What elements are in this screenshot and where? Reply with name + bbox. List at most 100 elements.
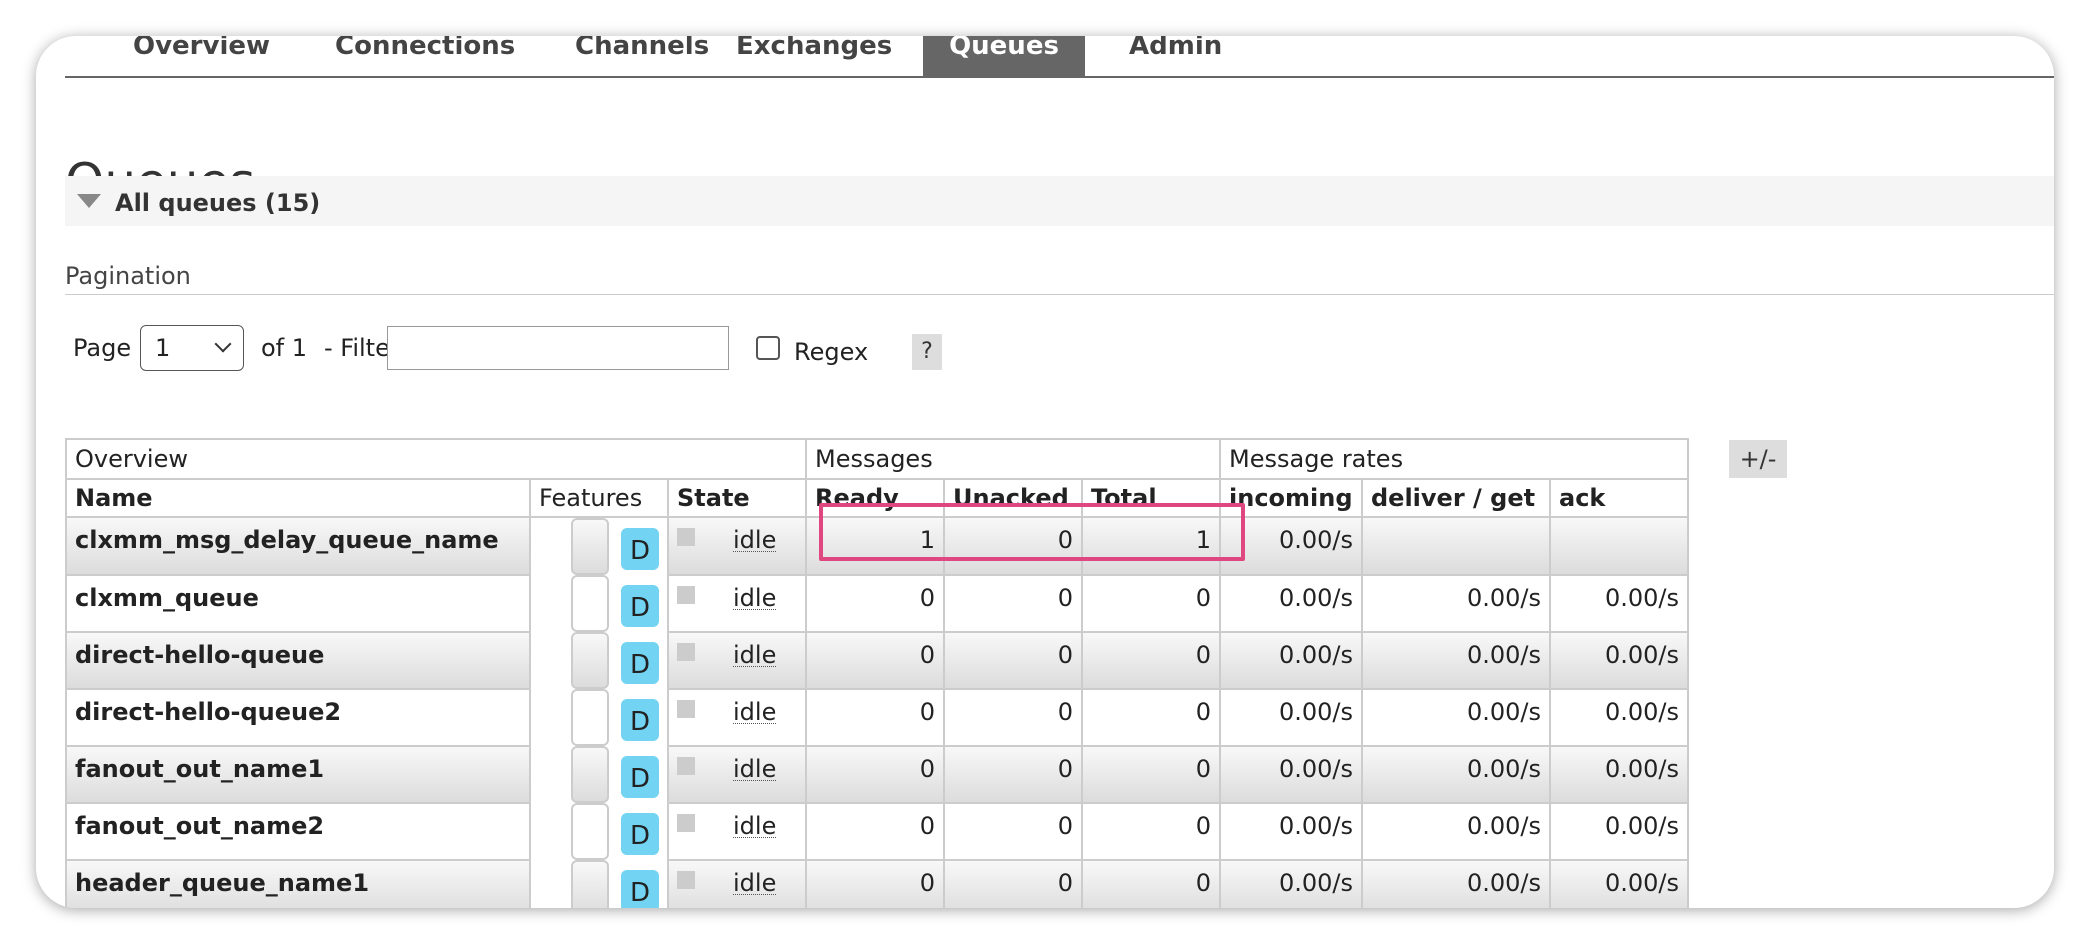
incoming-rate: 0.00/s <box>1219 745 1363 804</box>
tab-overview[interactable]: Overview <box>133 36 270 76</box>
state-square-icon <box>677 586 695 604</box>
tab-queues[interactable]: Queues <box>923 36 1085 78</box>
deliver-get-rate: 0.00/s <box>1361 574 1551 633</box>
incoming-rate: 0.00/s <box>1219 802 1363 861</box>
queue-name[interactable]: direct-hello-queue <box>65 631 531 690</box>
unacked-value: 0 <box>943 631 1083 690</box>
pagination-heading: Pagination <box>65 262 191 290</box>
ack-rate: 0.00/s <box>1549 631 1689 690</box>
unacked-value: 0 <box>943 574 1083 633</box>
state-cell: idle <box>667 688 807 747</box>
group-overview: Overview <box>65 438 807 480</box>
state-text: idle <box>733 526 777 554</box>
durable-badge: D <box>621 642 659 684</box>
unacked-value: 0 <box>943 516 1083 576</box>
table-row: fanout_out_name2 Didle 0 0 0 0.00/s 0.00/s 0.00… <box>65 802 1689 861</box>
ready-value: 0 <box>805 688 945 747</box>
incoming-rate: 0.00/s <box>1219 574 1363 633</box>
ready-value: 0 <box>805 574 945 633</box>
state-text: idle <box>733 755 777 783</box>
features-cell: D <box>571 746 659 803</box>
tab-admin[interactable]: Admin <box>1129 36 1229 76</box>
incoming-rate: 0.00/s <box>1219 516 1363 576</box>
regex-checkbox[interactable] <box>756 336 780 360</box>
table-row: clxmm_msg_delay_queue_name Didle 1 0 1 0.00/s <box>65 516 1689 576</box>
deliver-get-rate <box>1361 516 1551 576</box>
deliver-get-rate: 0.00/s <box>1361 688 1551 747</box>
group-message-rates: Message rates <box>1219 438 1689 480</box>
queue-name[interactable]: direct-hello-queue2 <box>65 688 531 747</box>
queues-table: Overview Messages Message rates Name Fea… <box>65 438 1689 908</box>
col-ack[interactable]: ack <box>1549 478 1689 518</box>
queue-name[interactable]: clxmm_queue <box>65 574 531 633</box>
queue-name[interactable]: header_queue_name1 <box>65 859 531 908</box>
total-value: 0 <box>1081 859 1221 908</box>
browser-window: Overview Connections Channels Exchanges … <box>36 36 2054 908</box>
state-cell: idle <box>667 859 807 908</box>
ack-rate: 0.00/s <box>1549 859 1689 908</box>
col-total[interactable]: Total <box>1081 478 1221 518</box>
deliver-get-rate: 0.00/s <box>1361 859 1551 908</box>
col-state[interactable]: State <box>667 478 807 518</box>
top-nav: Overview Connections Channels Exchanges … <box>65 36 2054 78</box>
state-square-icon <box>677 643 695 661</box>
deliver-get-rate: 0.00/s <box>1361 802 1551 861</box>
all-queues-label[interactable]: All queues (15) <box>115 189 320 217</box>
columns-toggle-button[interactable]: +/- <box>1729 440 1787 478</box>
durable-badge: D <box>621 699 659 741</box>
features-cell: D <box>571 518 659 575</box>
ready-value: 1 <box>805 516 945 576</box>
queue-name[interactable]: fanout_out_name2 <box>65 802 531 861</box>
tab-connections[interactable]: Connections <box>335 36 545 76</box>
tab-channels[interactable]: Channels <box>575 36 709 76</box>
features-cell: D <box>571 632 659 689</box>
total-value: 1 <box>1081 516 1221 576</box>
page-select[interactable]: 1 <box>140 325 244 371</box>
state-text: idle <box>733 812 777 840</box>
state-square-icon <box>677 528 695 546</box>
ack-rate: 0.00/s <box>1549 802 1689 861</box>
col-features[interactable]: Features <box>529 478 669 518</box>
col-incoming[interactable]: incoming <box>1219 478 1363 518</box>
table-row: clxmm_queue Didle 0 0 0 0.00/s 0.00/s 0.00/s <box>65 574 1689 633</box>
deliver-get-rate: 0.00/s <box>1361 745 1551 804</box>
state-cell: idle <box>667 802 807 861</box>
ready-value: 0 <box>805 802 945 861</box>
collapse-triangle-icon[interactable] <box>77 194 101 208</box>
features-cell: D <box>571 860 659 908</box>
queue-name[interactable]: fanout_out_name1 <box>65 745 531 804</box>
table-row: header_queue_name1 Didle 0 0 0 0.00/s 0.00/s 0.… <box>65 859 1689 908</box>
regex-help-button[interactable]: ? <box>912 334 942 370</box>
state-cell: idle <box>667 574 807 633</box>
all-queues-header[interactable] <box>65 176 2054 226</box>
col-ready[interactable]: Ready <box>805 478 945 518</box>
queue-name[interactable]: clxmm_msg_delay_queue_name <box>65 516 531 576</box>
col-name[interactable]: Name <box>65 478 531 518</box>
chevron-down-icon <box>214 335 232 353</box>
unacked-value: 0 <box>943 745 1083 804</box>
durable-badge: D <box>621 585 659 627</box>
state-square-icon <box>677 757 695 775</box>
total-value: 0 <box>1081 688 1221 747</box>
ready-value: 0 <box>805 745 945 804</box>
unacked-value: 0 <box>943 802 1083 861</box>
features-cell: D <box>571 575 659 632</box>
tab-exchanges[interactable]: Exchanges <box>736 36 892 76</box>
incoming-rate: 0.00/s <box>1219 859 1363 908</box>
state-square-icon <box>677 700 695 718</box>
state-text: idle <box>733 698 777 726</box>
col-unacked[interactable]: Unacked <box>943 478 1083 518</box>
features-cell: D <box>571 803 659 860</box>
state-text: idle <box>733 641 777 669</box>
page-content: Overview Connections Channels Exchanges … <box>65 36 2054 908</box>
table-row: direct-hello-queue Didle 0 0 0 0.00/s 0.00/s 0.… <box>65 631 1689 690</box>
ack-rate: 0.00/s <box>1549 574 1689 633</box>
durable-badge: D <box>621 756 659 798</box>
col-deliver-get[interactable]: deliver / get <box>1361 478 1551 518</box>
durable-badge: D <box>621 528 659 570</box>
group-messages: Messages <box>805 438 1221 480</box>
state-square-icon <box>677 871 695 889</box>
filter-input[interactable] <box>387 326 729 370</box>
state-cell: idle <box>667 631 807 690</box>
pagination-divider <box>65 294 2054 295</box>
